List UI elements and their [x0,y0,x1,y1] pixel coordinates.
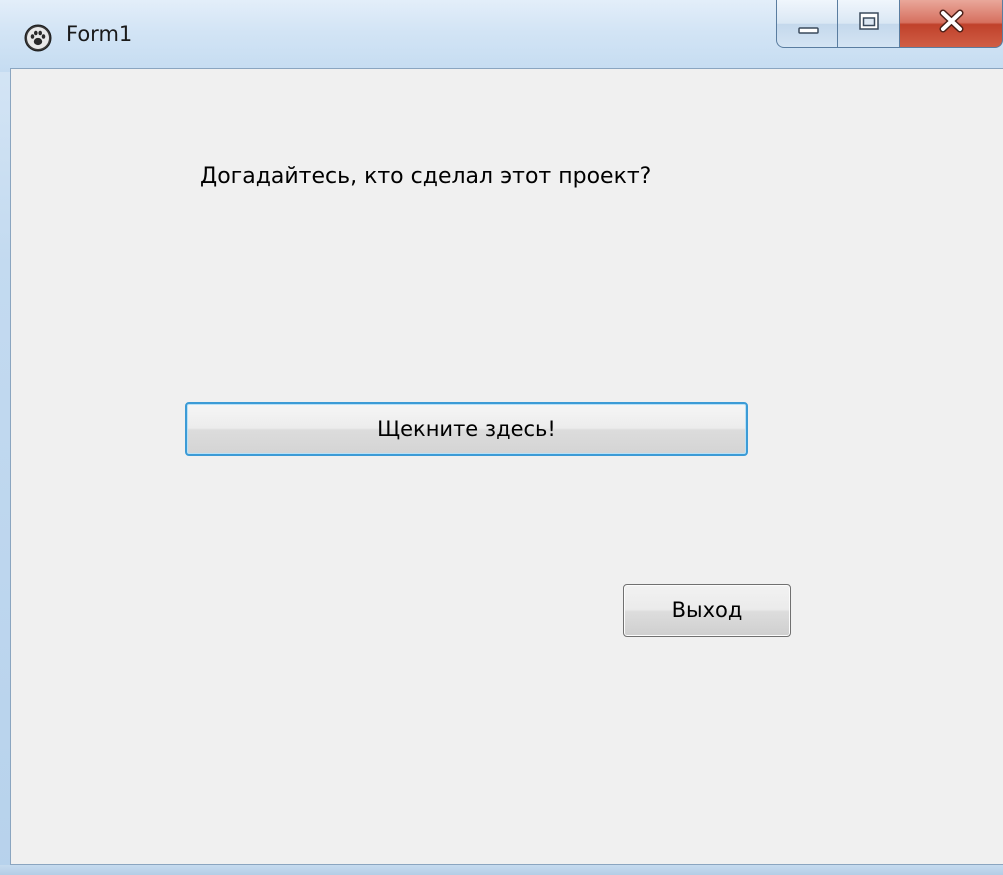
minimize-button[interactable] [776,0,838,48]
maximize-icon [859,12,879,30]
click-here-button[interactable]: Щекните здесь! [185,402,748,456]
window-title: Form1 [66,22,133,46]
maximize-button[interactable] [838,0,900,48]
form1-window: Form1 Догадайтесь, кто сделал этот проек… [0,0,1003,875]
close-icon [939,9,964,33]
question-label: Догадайтесь, кто сделал этот проект? [200,164,652,189]
caption-buttons [776,0,1003,50]
paw-icon[interactable] [24,24,52,52]
title-bar[interactable]: Form1 [0,0,1003,72]
minimize-icon [798,27,819,34]
window-bottom-border [0,865,1003,875]
close-button[interactable] [900,0,1003,48]
exit-button[interactable]: Выход [623,584,791,637]
